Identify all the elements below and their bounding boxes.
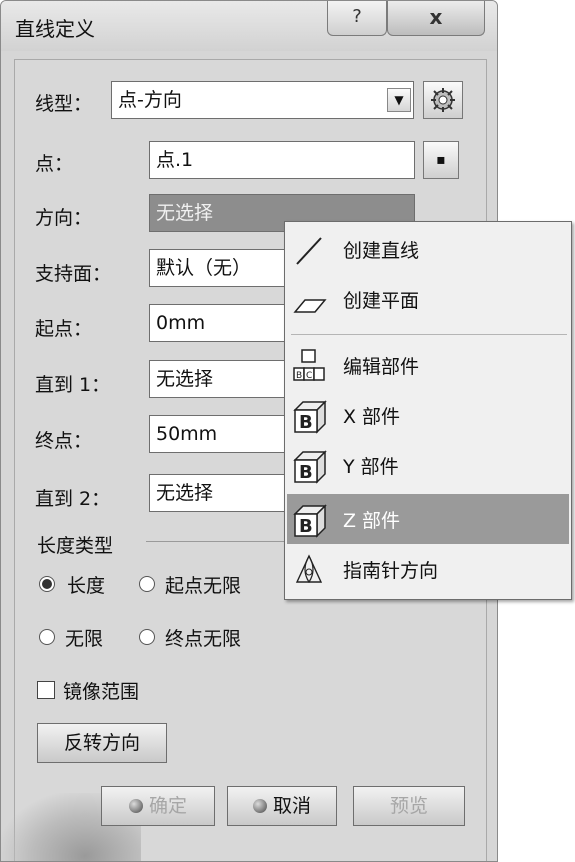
gear-icon xyxy=(431,88,455,112)
help-button[interactable]: ? xyxy=(327,1,387,36)
menu-item-label: Z 部件 xyxy=(343,510,401,532)
menu-item-label: 创建直线 xyxy=(343,240,420,262)
length-type-group-label: 长度类型 xyxy=(37,535,114,557)
cancel-label: 取消 xyxy=(272,795,311,817)
upto2-label: 直到 2： xyxy=(35,488,111,510)
radio-infinite-label: 无限 xyxy=(65,628,104,650)
radio-infinite[interactable] xyxy=(39,629,55,645)
radio-length-label: 长度 xyxy=(67,575,106,597)
cancel-button[interactable]: 取消 xyxy=(227,786,337,826)
svg-text:B: B xyxy=(299,412,313,433)
menu-item-z-component[interactable]: B Z 部件 xyxy=(287,494,569,544)
menu-item-label: 创建平面 xyxy=(343,290,420,312)
box-b-icon: B xyxy=(293,504,327,538)
dialog-title: 直线定义 xyxy=(15,17,95,41)
menu-item-create-line[interactable]: 创建直线 xyxy=(287,224,569,274)
radio-length[interactable] xyxy=(39,576,55,592)
title-bar[interactable]: 直线定义 ? x xyxy=(1,1,497,51)
point-label: 点： xyxy=(35,153,74,175)
end-label: 终点： xyxy=(35,430,93,452)
cancel-status-icon xyxy=(252,799,267,813)
reverse-direction-button[interactable]: 反转方向 xyxy=(37,723,167,763)
menu-item-compass-direction[interactable]: 指南针方向 xyxy=(287,544,569,594)
group-divider xyxy=(146,541,286,542)
svg-text:B: B xyxy=(299,516,313,537)
direction-label: 方向： xyxy=(35,207,93,229)
ok-status-icon xyxy=(128,799,143,813)
svg-text:C: C xyxy=(306,371,312,381)
point-field[interactable]: 点.1 xyxy=(149,141,415,179)
mirror-checkbox[interactable] xyxy=(37,681,55,699)
mirror-label: 镜像范围 xyxy=(63,681,140,703)
svg-text:B: B xyxy=(299,462,313,483)
box-b-icon: B xyxy=(293,400,327,434)
ok-button[interactable]: 确定 xyxy=(101,786,215,826)
radio-end-infinite-label: 终点无限 xyxy=(165,628,242,650)
close-button[interactable]: x xyxy=(387,1,485,36)
menu-item-edit-components[interactable]: B C 编辑部件 xyxy=(287,340,569,390)
compass-options-button[interactable] xyxy=(423,81,463,119)
compass-icon xyxy=(295,554,323,584)
point-select-button[interactable]: ▪ xyxy=(423,141,459,179)
support-label: 支持面： xyxy=(35,263,112,285)
radio-start-infinite[interactable] xyxy=(139,576,155,592)
svg-text:B: B xyxy=(296,371,302,381)
menu-item-label: Y 部件 xyxy=(343,456,399,478)
plane-icon xyxy=(293,299,327,313)
radio-end-infinite[interactable] xyxy=(139,629,155,645)
line-icon xyxy=(296,237,322,265)
menu-item-x-component[interactable]: B X 部件 xyxy=(287,390,569,440)
menu-separator xyxy=(291,334,567,335)
upto1-label: 直到 1： xyxy=(35,374,111,396)
menu-item-label: 编辑部件 xyxy=(343,356,420,378)
ok-label: 确定 xyxy=(148,795,187,817)
preview-button[interactable]: 预览 xyxy=(353,786,465,826)
chevron-down-icon[interactable]: ▼ xyxy=(387,88,411,112)
box-b-icon: B xyxy=(293,450,327,484)
line-type-value: 点-方向 xyxy=(118,89,182,111)
radio-start-infinite-label: 起点无限 xyxy=(165,575,242,597)
start-label: 起点： xyxy=(35,318,93,340)
line-type-label: 线型： xyxy=(35,93,93,115)
line-type-select[interactable]: 点-方向 ▼ xyxy=(111,81,414,119)
menu-item-label: X 部件 xyxy=(343,406,401,428)
menu-item-create-plane[interactable]: 创建平面 xyxy=(287,274,569,324)
menu-item-y-component[interactable]: B Y 部件 xyxy=(287,440,569,490)
context-menu: 创建直线 创建平面 B C 编辑部件 B X 部件 B Y 部件 B Z 部件 … xyxy=(284,221,572,600)
menu-item-label: 指南针方向 xyxy=(343,560,439,582)
components-icon: B C xyxy=(293,349,325,381)
